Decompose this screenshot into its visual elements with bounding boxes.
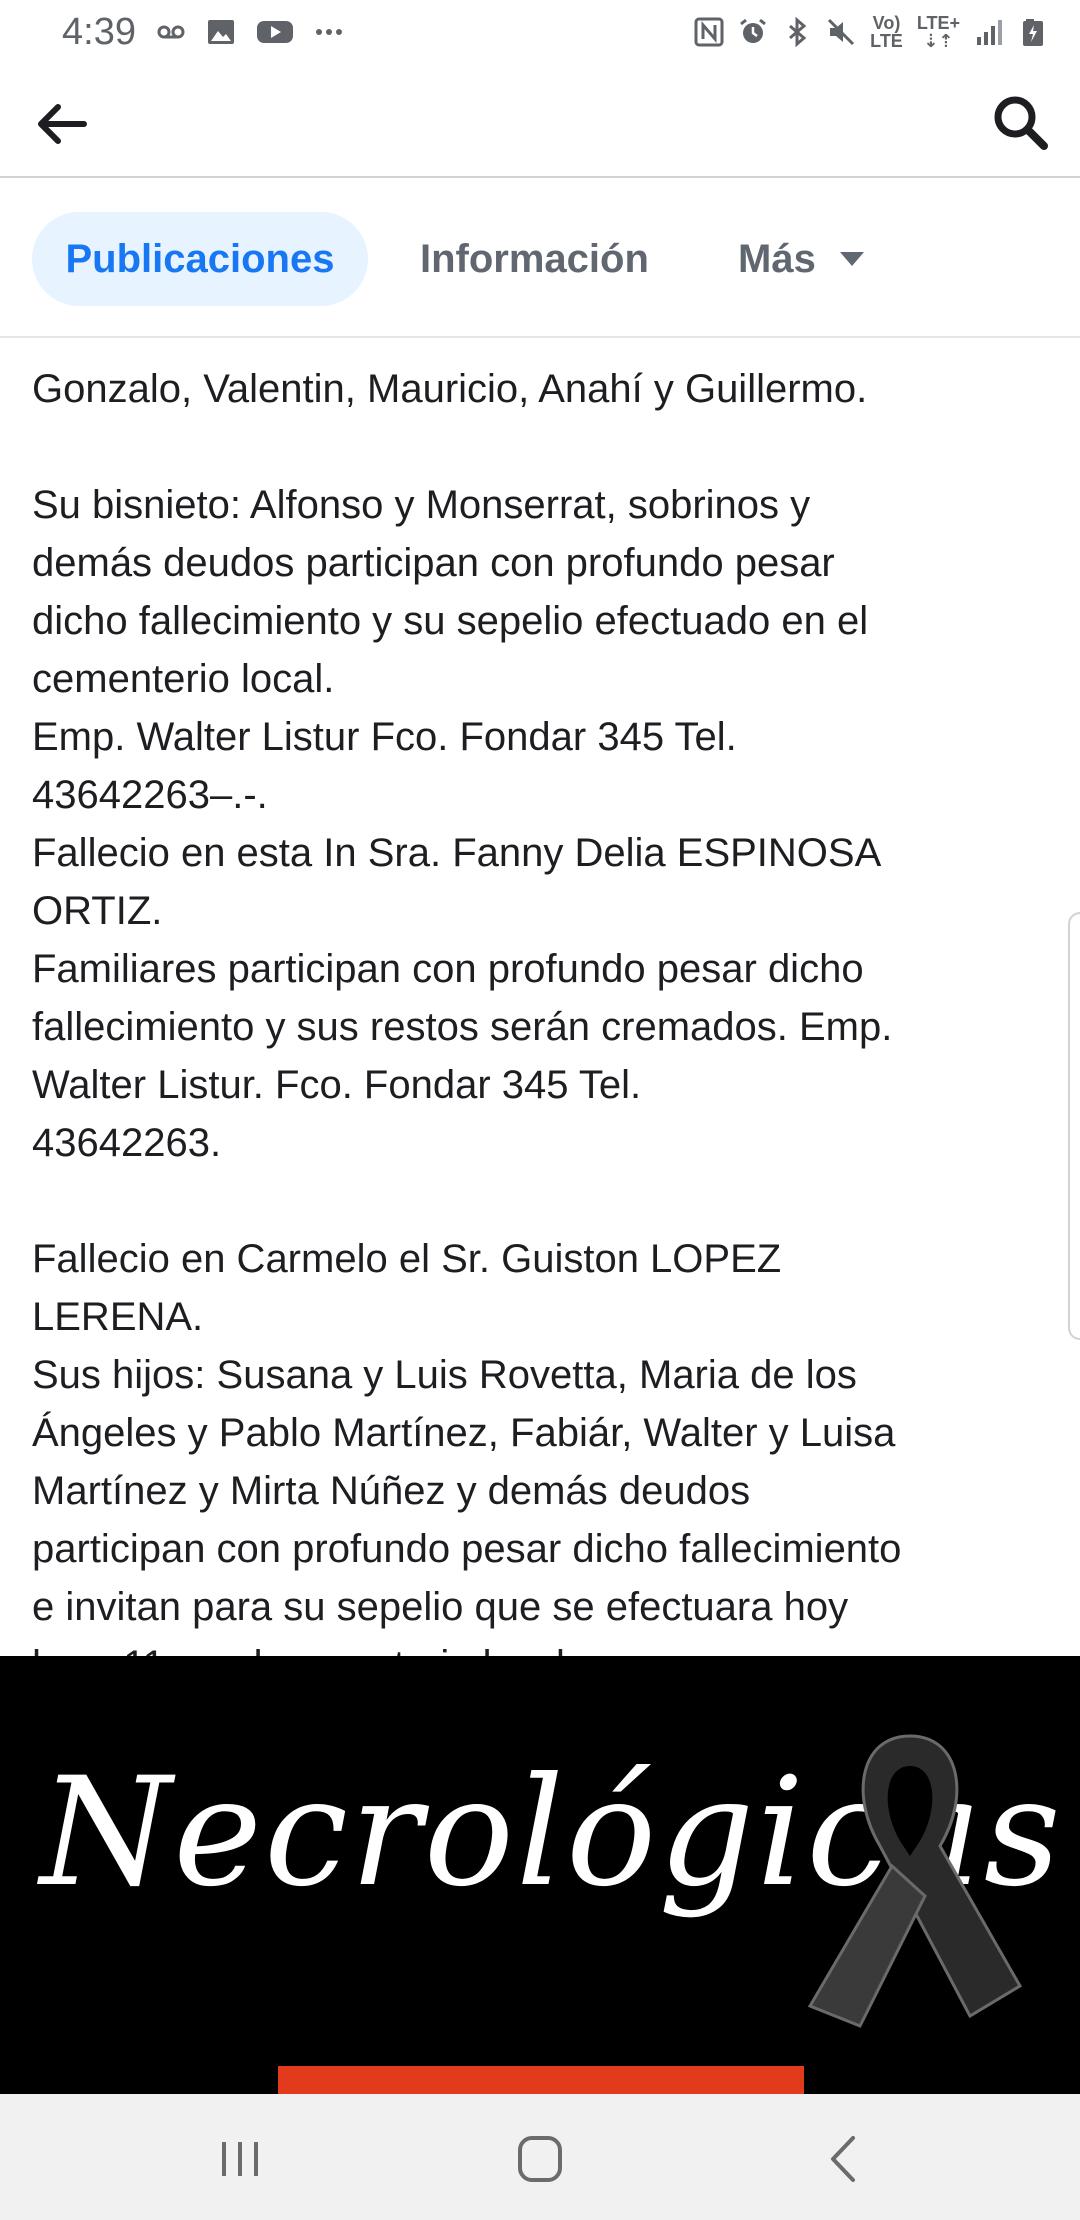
post-content: Gonzalo, Valentin, Mauricio, Anahí y Gui… xyxy=(0,338,1080,1656)
post-line: Familiares participan con profundo pesar… xyxy=(32,947,864,991)
post-line: Fallecio en Carmelo el Sr. Guiston LOPEZ xyxy=(32,1237,782,1281)
volte-icon: Vo) LTE xyxy=(870,14,903,50)
scroll-handle[interactable] xyxy=(1068,912,1080,1340)
post-line: hora 11 en el cementerio local. xyxy=(32,1636,1052,1656)
post-line: Walter Listur. Fco. Fondar 345 Tel. xyxy=(32,1063,642,1107)
post-line: ORTIZ. xyxy=(32,889,163,933)
nav-back-icon[interactable] xyxy=(815,2132,875,2186)
status-time: 4:39 xyxy=(62,10,136,53)
lte-icon: LTE+ ⇣⇡ xyxy=(917,14,960,50)
more-dots-icon xyxy=(315,29,342,35)
post-line: Sus hijos: Susana y Luis Rovetta, Maria … xyxy=(32,1353,857,1397)
post-line: Martínez y Mirta Núñez y demás deudos xyxy=(32,1469,751,1513)
post-line: 43642263–.-. xyxy=(32,773,268,817)
post-line xyxy=(32,1172,1052,1230)
post-line: participan con profundo pesar dicho fall… xyxy=(32,1527,902,1571)
tab-informacion[interactable]: Información xyxy=(420,212,649,306)
tab-mas[interactable]: Más xyxy=(738,212,864,306)
system-nav-bar xyxy=(0,2094,1080,2220)
tab-publicaciones[interactable]: Publicaciones xyxy=(32,212,368,306)
voicemail-icon xyxy=(157,25,185,39)
post-line: cementerio local. xyxy=(32,657,335,701)
back-arrow-icon[interactable] xyxy=(32,94,92,154)
battery-icon xyxy=(1023,19,1043,46)
lte-arrows-icon: ⇣⇡ xyxy=(923,31,954,51)
mourning-ribbon-icon xyxy=(807,1734,1023,2028)
logo-strip xyxy=(278,2066,804,2094)
mute-icon xyxy=(828,18,855,46)
post-line: LERENA. xyxy=(32,1295,204,1339)
gallery-icon xyxy=(207,20,234,44)
status-bar: 4:39 Vo) LTE LTE+ ⇣⇡ xyxy=(0,0,1080,64)
post-line: dicho fallecimiento y su sepelio efectua… xyxy=(32,599,869,643)
signal-icon xyxy=(977,20,1002,45)
post-text: Gonzalo, Valentin, Mauricio, Anahí y Gui… xyxy=(32,338,1052,1656)
recent-apps-icon[interactable] xyxy=(210,2132,270,2186)
post-line: e invitan para su sepelio que se efectua… xyxy=(32,1585,849,1629)
bluetooth-icon xyxy=(789,17,807,47)
post-line: demás deudos participan con profundo pes… xyxy=(32,541,835,585)
post-line: Fallecio en esta In Sra. Fanny Delia ESP… xyxy=(32,831,882,875)
post-line: Ángeles y Pablo Martínez, Fabiár, Walter… xyxy=(32,1411,896,1455)
nfc-icon xyxy=(694,17,724,47)
post-line: fallecimiento y sus restos serán cremado… xyxy=(32,1005,893,1049)
alarm-icon xyxy=(740,18,767,43)
lte-label: LTE+ xyxy=(916,13,960,33)
post-line: Emp. Walter Listur Fco. Fondar 345 Tel. xyxy=(32,715,737,759)
volte-top: Vo) xyxy=(872,13,901,33)
volte-bottom: LTE xyxy=(870,31,903,51)
youtube-icon xyxy=(256,21,293,43)
caret-down-icon xyxy=(839,252,864,267)
post-lines: Su bisnieto: Alfonso y Monserrat, sobrin… xyxy=(32,476,1052,1656)
home-icon[interactable] xyxy=(510,2132,570,2186)
post-image[interactable]: Necrológicas xyxy=(0,1656,1080,2094)
status-right: Vo) LTE LTE+ ⇣⇡ xyxy=(694,14,1048,50)
tab-mas-label: Más xyxy=(738,237,816,281)
post-partial-line: Gonzalo, Valentin, Mauricio, Anahí y Gui… xyxy=(32,367,868,411)
app-bar xyxy=(0,64,1080,178)
page-tabs: Publicaciones Información Más xyxy=(0,178,1080,338)
status-left: 4:39 xyxy=(62,11,344,54)
post-line: Su bisnieto: Alfonso y Monserrat, sobrin… xyxy=(32,483,811,527)
search-icon[interactable] xyxy=(990,92,1050,152)
post-line: 43642263. xyxy=(32,1121,222,1165)
